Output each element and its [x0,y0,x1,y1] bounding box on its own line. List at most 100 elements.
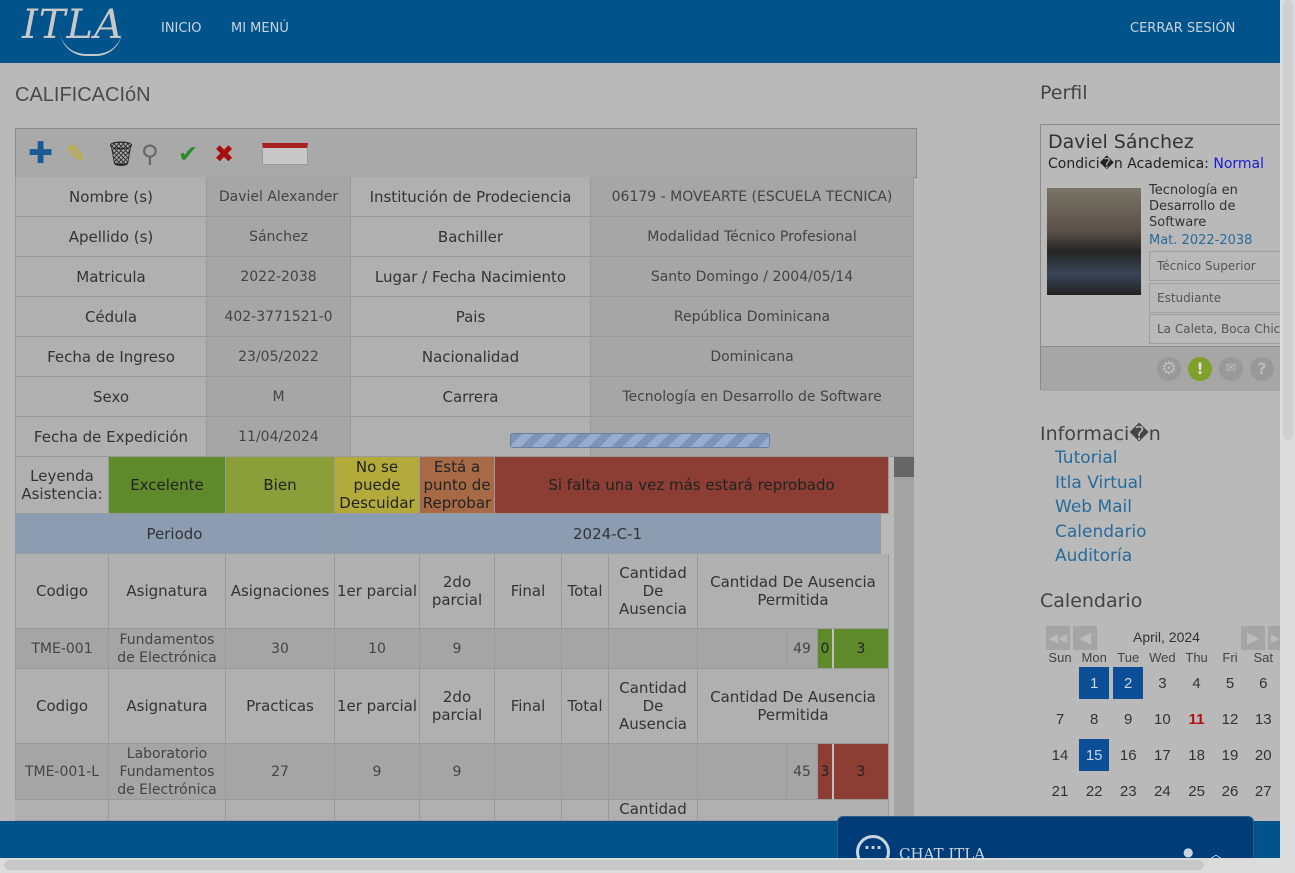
weekday-label: Tue [1117,650,1140,665]
info-link[interactable]: Calendario [1055,522,1147,542]
calendar-day[interactable]: 14 [1043,737,1077,773]
info-value: 23/05/2022 [207,337,351,377]
help-icon[interactable]: ? [1250,357,1274,381]
column-header: Total [562,554,609,629]
nav-inicio[interactable]: INICIO [161,21,202,36]
info-value: M [207,377,351,417]
column-header: Cantidad [609,800,698,821]
gear-icon[interactable]: ⚙ [1157,357,1181,381]
plus-icon[interactable]: ✚ [28,139,53,169]
grade-cell-subject: Laboratorio Fundamentos de Electrónica [109,744,226,800]
weekday-label: Sat [1253,650,1273,665]
calendar-day[interactable]: 24 [1145,773,1180,809]
info-label: Bachiller [351,217,591,257]
search-icon[interactable]: ⚲ [141,141,159,167]
prev-year-button[interactable]: ◀◀ [1046,626,1070,650]
weekday-label: Thu [1185,650,1208,665]
chevron-up-icon[interactable]: ︿ [1210,845,1222,858]
pencil-icon[interactable]: ✎ [66,141,86,167]
calendar-day[interactable]: 26 [1214,773,1247,809]
nav-mi-menu[interactable]: MI MENÚ [231,21,289,36]
calendar-day[interactable]: 22 [1077,773,1111,809]
trash-icon[interactable]: 🗑 [106,141,136,167]
weekday-label: Fri [1222,650,1238,665]
calendar-day[interactable]: 12 [1214,701,1247,737]
x-icon[interactable]: ✖ [214,141,234,167]
grade-cell-score: 49 [787,629,818,669]
prev-month-button[interactable]: ◀ [1073,626,1097,650]
calendar-day[interactable]: 13 [1247,701,1281,737]
info-link[interactable]: Itla Virtual [1055,473,1143,493]
grade-cell-assign: 30 [226,629,335,669]
legend-item: Está a punto de Reprobar [420,457,495,514]
calendar-day[interactable]: 17 [1145,737,1180,773]
calendar-day[interactable]: 27 [1247,773,1281,809]
info-value: Santo Domingo / 2004/05/14 [591,257,914,297]
column-header [109,800,226,821]
info-link[interactable]: Web Mail [1055,497,1132,517]
info-label: Nacionalidad [351,337,591,377]
calendar-day[interactable]: 20 [1247,737,1281,773]
condition-value: Normal [1213,156,1264,172]
calendar-day[interactable]: 4 [1180,665,1214,701]
column-header: 2do parcial [420,669,495,744]
profile-career: Tecnología en Desarrollo de Software [1149,183,1238,230]
calendar-day[interactable]: 21 [1043,773,1077,809]
calendar-day[interactable]: 18 [1180,737,1214,773]
info-value: República Dominicana [591,297,914,337]
calendar-grid: Sun Mon Tue Wed Thu Fri Sat 1 2 3 4 5 6 7 8 9 10 11 12 13 14… [1043,650,1280,809]
column-header: Asignaciones [226,554,335,629]
calendar-day[interactable]: 8 [1077,701,1111,737]
calendar-day[interactable]: 11 [1180,701,1214,737]
next-month-button[interactable]: ▶ [1241,626,1265,650]
profile-role: Estudiante [1149,283,1280,313]
calendar-day[interactable]: 15 [1077,737,1112,773]
calendar-day[interactable]: 16 [1111,737,1145,773]
check-icon[interactable]: ✔ [178,141,198,167]
logout-link[interactable]: CERRAR SESIÓN [1130,21,1235,36]
info-label: Institución de Prodeciencia [351,177,591,217]
grade-cell-subject: Fundamentos de Electrónica [109,629,226,669]
next-year-button[interactable]: ▶▶ [1268,626,1280,650]
calendar-day[interactable]: 3 [1145,665,1180,701]
grade-cell-score: 45 [787,744,818,800]
table-scrollbar[interactable] [894,457,914,821]
calendar-day[interactable]: 2 [1111,665,1146,701]
calendar-day[interactable]: 7 [1043,701,1077,737]
calendar-day[interactable]: 19 [1214,737,1247,773]
info-value: 402-3771521-0 [207,297,351,337]
grade-cell-total [562,744,609,800]
column-header: Cantidad De Ausencia [609,669,698,744]
profile-heading: Perfil [1040,82,1088,104]
legend-item: No se puede Descuidar [335,457,420,514]
weekday-label: Mon [1081,650,1107,665]
calendar-day[interactable]: 9 [1111,701,1145,737]
calendar-day[interactable]: 5 [1214,665,1247,701]
calendar-day[interactable]: 25 [1180,773,1214,809]
page-vertical-scrollbar[interactable] [1283,0,1293,440]
bell-icon[interactable]: ● [1183,845,1193,858]
info-label: Sexo [15,377,207,417]
mail-icon[interactable]: ✉ [1219,357,1243,381]
column-header: Total [562,669,609,744]
info-link[interactable]: Auditoría [1055,546,1132,566]
info-label: Fecha de Expedición [15,417,207,457]
calendar-day[interactable]: 1 [1077,665,1112,701]
alert-icon[interactable]: ! [1188,357,1212,381]
legend-label: Leyenda Asistencia: [15,457,109,514]
chat-widget[interactable]: ··· CHAT ITLA ● ︿ [837,816,1254,858]
info-label: Nombre (s) [15,177,207,217]
calendar-day[interactable]: 10 [1145,701,1180,737]
calendar-day[interactable]: 23 [1111,773,1145,809]
info-value: 2022-2038 [207,257,351,297]
info-label: Fecha de Ingreso [15,337,207,377]
calendar-day[interactable]: 6 [1247,665,1281,701]
info-link[interactable]: Tutorial [1055,448,1118,468]
top-navbar: ITLA INICIO MI MENÚ CERRAR SESIÓN [0,0,1280,63]
pdf-icon[interactable] [262,143,308,165]
page-horizontal-scrollbar[interactable] [4,860,1204,870]
grade-cell-absences [609,744,698,800]
grade-cell-p1: 9 [335,744,420,800]
profile-level: Técnico Superior [1149,251,1280,281]
info-value: Daviel Alexander [207,177,351,217]
